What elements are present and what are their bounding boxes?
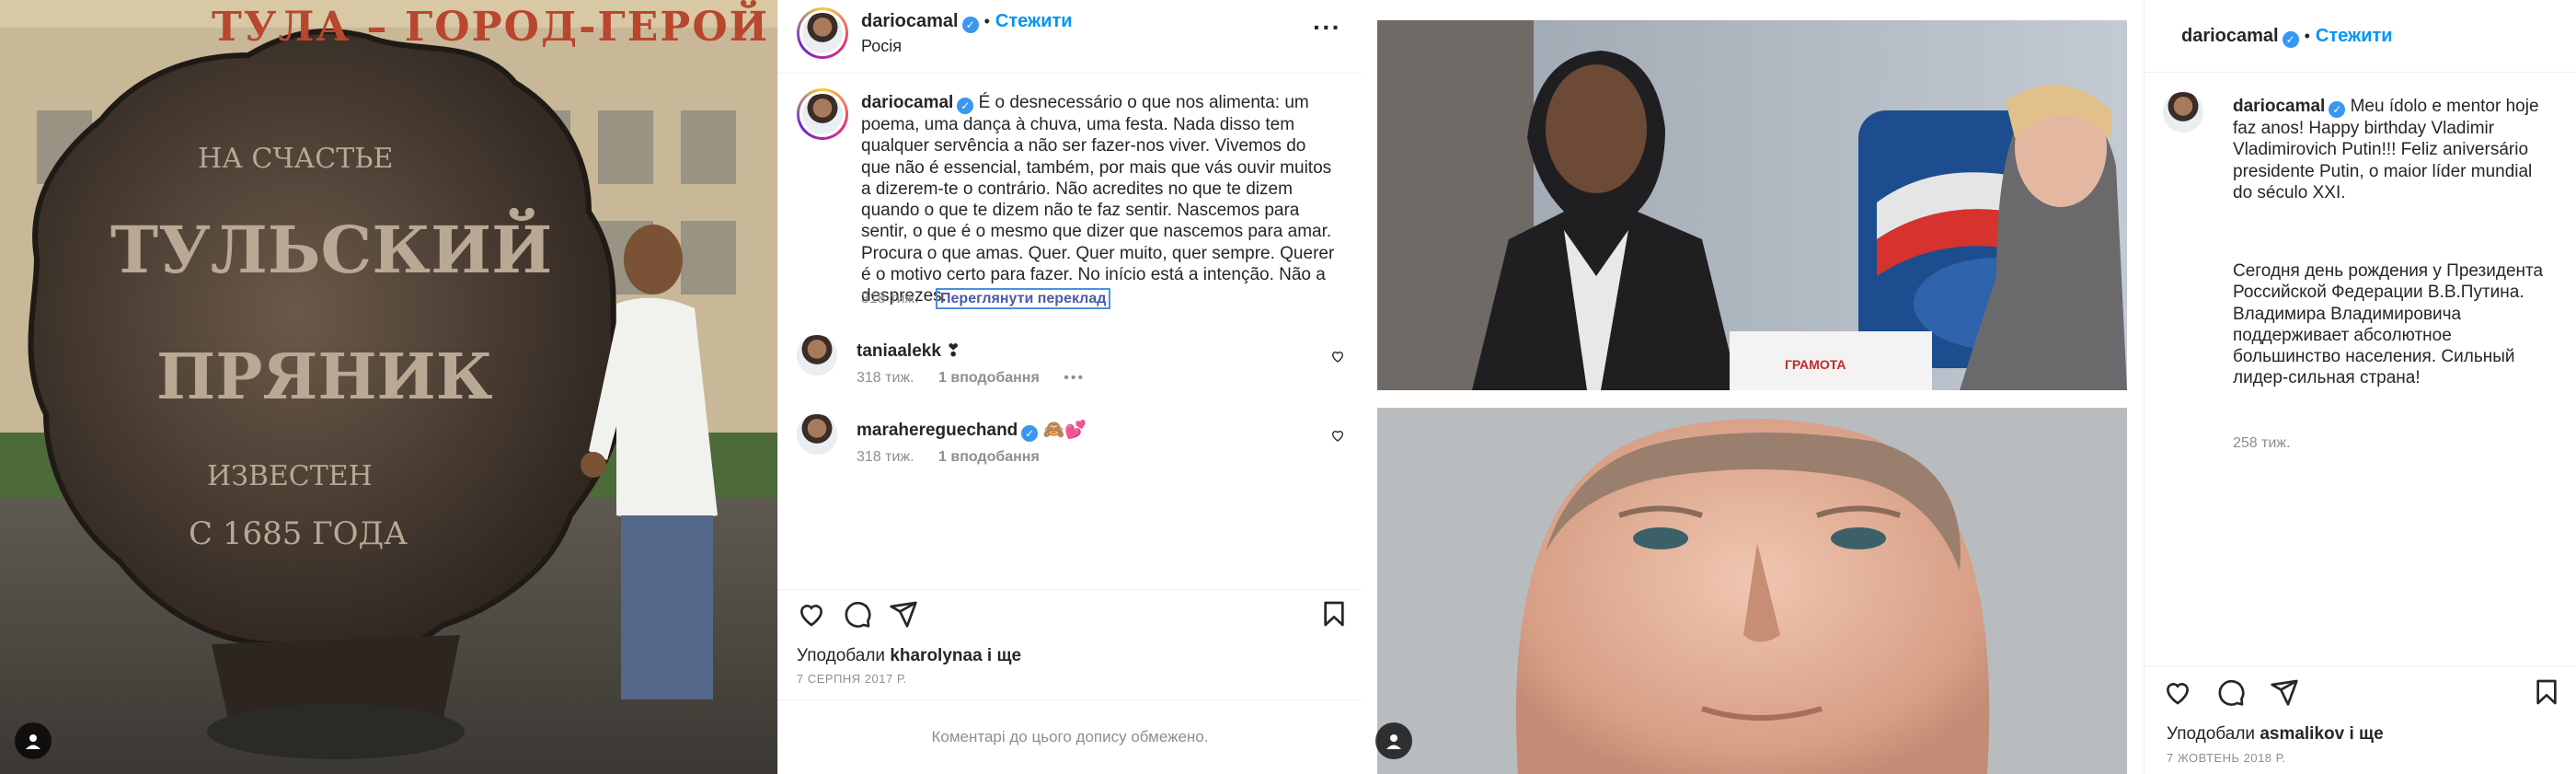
author-username[interactable]: dariocamal <box>2181 26 2279 46</box>
comment-likes[interactable]: 1 вподобання <box>938 449 1040 465</box>
post2-actions <box>2145 665 2576 721</box>
post1-actions <box>778 589 1362 644</box>
post2-sidebar: dariocamal ✓ • Стежити dariocamal ✓ Meu ídol… <box>2144 0 2576 774</box>
author-line: dariocamal ✓ • Стежити <box>861 11 1073 33</box>
gingerbread-line-1: НА СЧАСТЬЕ <box>198 143 394 175</box>
verified-badge-icon: ✓ <box>2282 31 2299 48</box>
comment-icon[interactable] <box>2216 677 2246 707</box>
verified-badge-icon: ✓ <box>1021 425 1039 442</box>
post2-photo-area: ГРАМОТА <box>1362 0 2144 774</box>
heart-icon[interactable] <box>2163 677 2192 707</box>
user-tag-icon <box>1386 734 1401 749</box>
caption-avatar[interactable] <box>2163 92 2203 133</box>
liked-by-user[interactable]: asmalikov <box>2260 724 2344 744</box>
post-date[interactable]: 7 СЕРПНЯ 2017 Р. <box>797 672 907 686</box>
caption-time[interactable]: 318 тиж. <box>861 291 919 306</box>
separator-dot: • <box>983 12 990 30</box>
caption-text: É o desnecessário o que nos alimenta: um… <box>861 93 1335 306</box>
author-avatar[interactable] <box>797 7 848 59</box>
comment-like-heart-icon[interactable] <box>1330 428 1345 443</box>
liked-by-prefix: Уподобали <box>2167 724 2256 744</box>
follow-button[interactable]: Стежити <box>995 11 1073 31</box>
post-location[interactable]: Росія <box>861 37 902 56</box>
separator-dot: • <box>2304 27 2310 45</box>
comment-text: 🙈💕 <box>1042 421 1087 440</box>
user-tag-button[interactable] <box>15 722 52 759</box>
post-caption: dariocamal ✓ É o desnecessário o que nos … <box>861 92 1340 307</box>
caption-username[interactable]: dariocamal <box>861 93 953 112</box>
certificate-label: ГРАМОТА <box>1785 357 1846 372</box>
header-divider <box>2145 72 2576 73</box>
comments-limited-notice: Коментарі до цього допису обмежено. <box>778 699 1362 774</box>
gingerbread-line-3: ПРЯНИК <box>156 341 493 414</box>
caption-avatar[interactable] <box>797 88 848 140</box>
verified-badge-icon: ✓ <box>957 98 974 114</box>
liked-by: Уподобали kharolynaa і ще <box>797 646 1021 666</box>
liked-by-prefix: Уподобали <box>797 646 886 665</box>
post2-caption: dariocamal ✓ Meu ídolo e mentor hoje faz … <box>2233 96 2555 203</box>
verified-badge-icon: ✓ <box>961 17 979 33</box>
follow-button[interactable]: Стежити <box>2316 26 2393 46</box>
liked-by-suffix[interactable]: і ще <box>987 646 1021 665</box>
comment-text: ❣ <box>946 341 961 361</box>
gingerbread-line-5: С 1685 ГОДА <box>189 515 408 552</box>
post2-caption-ru: Сегодня день рождения у Президента Росси… <box>2233 261 2544 388</box>
gingerbread-line-4: ИЗВЕСТЕН <box>207 460 373 492</box>
caption-meta: 318 тиж. Переглянути переклад <box>861 288 1111 309</box>
share-icon[interactable] <box>2270 677 2299 707</box>
bookmark-icon[interactable] <box>1319 599 1349 629</box>
post-date[interactable]: 7 ЖОВТЕНЬ 2018 Р. <box>2167 751 2285 765</box>
liked-by: Уподобали asmalikov і ще <box>2167 724 2384 745</box>
see-translation-button[interactable]: Переглянути переклад <box>936 288 1111 309</box>
comment-more-icon[interactable]: ••• <box>1064 370 1085 386</box>
comment-likes[interactable]: 1 вподобання <box>938 370 1040 386</box>
caption-time[interactable]: 258 тиж. <box>2233 435 2291 452</box>
user-tag-icon <box>26 734 40 749</box>
comment-username[interactable]: taniaalekk <box>857 341 941 361</box>
verified-badge-icon: ✓ <box>2329 101 2346 118</box>
person-figure <box>581 225 718 699</box>
liked-by-user[interactable]: kharolynaa <box>890 646 982 665</box>
share-icon[interactable] <box>889 599 918 629</box>
comment-2-meta: 318 тиж. 1 вподобання <box>857 449 1040 466</box>
comment-avatar[interactable] <box>797 335 837 375</box>
comment-time[interactable]: 318 тиж. <box>857 449 914 465</box>
liked-by-suffix[interactable]: і ще <box>2350 724 2384 744</box>
post2-collage <box>1377 20 2127 774</box>
comment-1-meta: 318 тиж. 1 вподобання ••• <box>857 370 1085 387</box>
comment-like-heart-icon[interactable] <box>1330 349 1345 364</box>
author-username[interactable]: dariocamal <box>861 11 959 31</box>
comment-2: marahereguechand ✓ 🙈💕 <box>857 419 1087 442</box>
city-banner: ТУЛА – ГОРОД-ГЕРОЙ <box>212 4 770 51</box>
post1-photo: ТУЛА – ГОРОД-ГЕРОЙ НА СЧАСТЬЕ ТУЛЬСКИЙ П… <box>0 0 777 774</box>
post1-sidebar: dariocamal ✓ • Стежити Росія ··· dariocamal… <box>777 0 1362 774</box>
post1-header: dariocamal ✓ • Стежити Росія ··· <box>778 0 1362 74</box>
post2-header: dariocamal ✓ • Стежити <box>2181 26 2393 48</box>
bookmark-icon[interactable] <box>2532 677 2561 707</box>
user-tag-button[interactable] <box>1375 722 1412 759</box>
comment-avatar[interactable] <box>797 414 837 455</box>
gingerbread-line-2: ТУЛЬСКИЙ <box>110 212 553 288</box>
comment-time[interactable]: 318 тиж. <box>857 370 914 386</box>
caption-username[interactable]: dariocamal <box>2233 97 2325 116</box>
comment-username[interactable]: marahereguechand <box>857 421 1018 440</box>
comment-icon[interactable] <box>843 599 872 629</box>
more-options-icon[interactable]: ··· <box>1313 13 1341 42</box>
heart-icon[interactable] <box>797 599 826 629</box>
comment-1: taniaalekk ❣ <box>857 341 960 362</box>
